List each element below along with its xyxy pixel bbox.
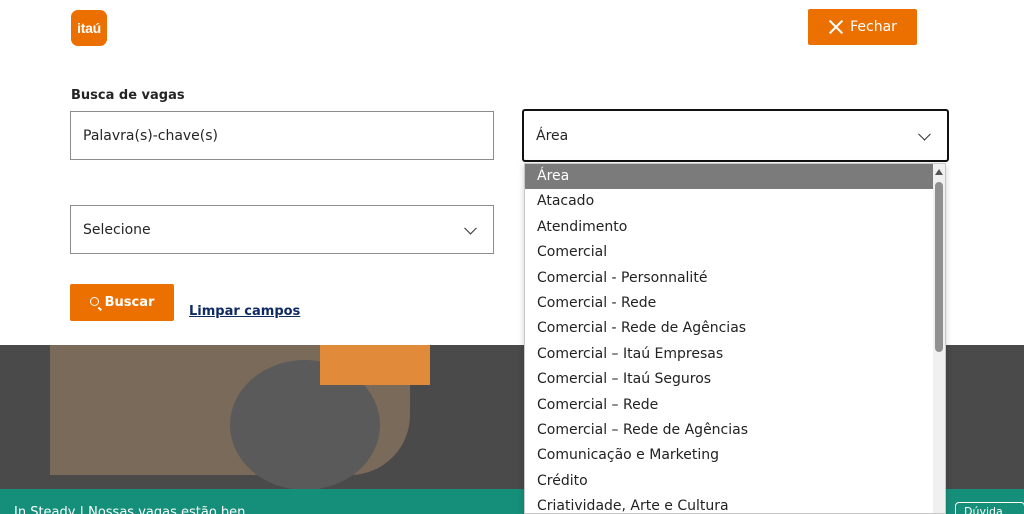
- dropdown-option[interactable]: Comercial – Rede de Agências: [525, 418, 935, 443]
- help-button[interactable]: Dúvida: [955, 502, 1024, 514]
- dropdown-option[interactable]: Comercial – Rede: [525, 393, 935, 418]
- chevron-down-icon: [464, 221, 477, 235]
- location-select-value: Selecione: [83, 221, 151, 238]
- chevron-down-icon: [918, 127, 931, 141]
- dropdown-option[interactable]: Área: [525, 164, 935, 190]
- page: itaú Fechar Busca de vagas Palavra(s)-ch…: [0, 0, 1024, 514]
- dropdown-option[interactable]: Comercial: [525, 240, 935, 265]
- keyword-input[interactable]: Palavra(s)-chave(s): [70, 111, 494, 160]
- search-button[interactable]: Buscar: [70, 284, 174, 321]
- dropdown-option[interactable]: Crédito: [525, 469, 935, 494]
- keyword-placeholder: Palavra(s)-chave(s): [83, 127, 219, 144]
- dropdown-scrollbar[interactable]: [933, 164, 945, 513]
- search-icon: [89, 297, 99, 306]
- footer-text: In Steady | Nossas vagas estão ben: [14, 505, 246, 514]
- banner-accent: [320, 345, 430, 385]
- dropdown-option[interactable]: Comercial – Itaú Empresas: [525, 342, 935, 367]
- dropdown-option[interactable]: Atendimento: [525, 215, 935, 240]
- close-icon: [828, 19, 844, 35]
- dropdown-option[interactable]: Comercial - Rede de Agências: [525, 316, 935, 341]
- dropdown-options: Área Atacado Atendimento Comercial Comercial…: [525, 164, 945, 513]
- dropdown-option[interactable]: Criatividade, Arte e Cultura: [525, 494, 935, 513]
- area-select-value: Área: [536, 127, 569, 144]
- area-dropdown-list[interactable]: Área Atacado Atendimento Comercial Comercial…: [524, 163, 946, 514]
- scroll-up-icon[interactable]: [935, 169, 943, 175]
- dropdown-option[interactable]: Atacado: [525, 189, 935, 214]
- search-label: Buscar: [104, 295, 155, 310]
- close-label: Fechar: [850, 19, 897, 35]
- location-select[interactable]: Selecione: [70, 205, 494, 254]
- clear-fields-link[interactable]: Limpar campos: [189, 304, 300, 319]
- itau-logo[interactable]: itaú: [71, 10, 107, 46]
- close-button[interactable]: Fechar: [808, 9, 917, 45]
- area-select[interactable]: Área: [522, 109, 949, 162]
- dropdown-option[interactable]: Comunicação e Marketing: [525, 443, 935, 468]
- scroll-thumb[interactable]: [935, 182, 943, 352]
- dropdown-option[interactable]: Comercial - Rede: [525, 291, 935, 316]
- dropdown-option[interactable]: Comercial - Personnalité: [525, 266, 935, 291]
- section-title: Busca de vagas: [71, 88, 185, 103]
- dropdown-option[interactable]: Comercial – Itaú Seguros: [525, 367, 935, 392]
